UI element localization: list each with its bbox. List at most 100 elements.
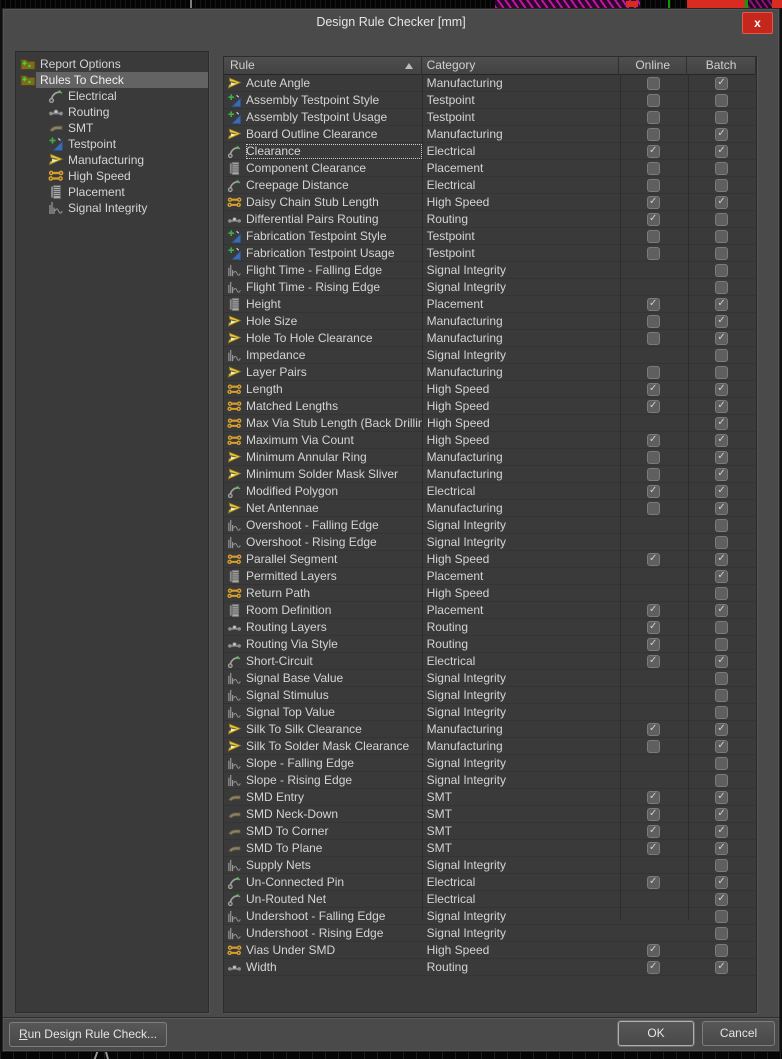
online-checkbox[interactable] <box>647 111 660 124</box>
batch-checkbox[interactable] <box>715 349 728 362</box>
batch-checkbox[interactable] <box>715 434 728 447</box>
batch-checkbox[interactable] <box>715 859 728 872</box>
rule-cell[interactable]: Undershoot - Falling Edge <box>224 908 422 925</box>
batch-checkbox[interactable] <box>715 77 728 90</box>
table-row[interactable]: Layer PairsManufacturing <box>224 364 756 381</box>
rule-cell[interactable]: SMD Entry <box>224 789 422 806</box>
rule-cell[interactable]: Overshoot - Falling Edge <box>224 517 422 534</box>
table-row[interactable]: Matched LengthsHigh Speed <box>224 398 756 415</box>
rule-cell[interactable]: Permitted Layers <box>224 568 422 585</box>
batch-checkbox[interactable] <box>715 876 728 889</box>
table-row[interactable]: Assembly Testpoint StyleTestpoint <box>224 92 756 109</box>
table-row[interactable]: WidthRouting <box>224 959 756 976</box>
batch-checkbox[interactable] <box>715 451 728 464</box>
rule-cell[interactable]: Assembly Testpoint Style <box>224 92 422 109</box>
sidebar-item-signal-integrity[interactable]: Signal Integrity <box>16 200 208 216</box>
batch-checkbox[interactable] <box>715 757 728 770</box>
online-checkbox[interactable] <box>647 791 660 804</box>
table-row[interactable]: Hole SizeManufacturing <box>224 313 756 330</box>
rule-cell[interactable]: Daisy Chain Stub Length <box>224 194 422 211</box>
rule-cell[interactable]: Return Path <box>224 585 422 602</box>
table-row[interactable]: Parallel SegmentHigh Speed <box>224 551 756 568</box>
online-checkbox[interactable] <box>647 808 660 821</box>
table-row[interactable]: Minimum Annular RingManufacturing <box>224 449 756 466</box>
table-row[interactable]: Signal Base ValueSignal Integrity <box>224 670 756 687</box>
column-header-category[interactable]: Category <box>422 57 620 75</box>
sidebar-item-smt[interactable]: SMT <box>16 120 208 136</box>
sidebar-item-routing[interactable]: Routing <box>16 104 208 120</box>
close-button[interactable]: x <box>742 12 773 34</box>
table-row[interactable]: Max Via Stub Length (Back Drilling)High … <box>224 415 756 432</box>
table-row[interactable]: Hole To Hole ClearanceManufacturing <box>224 330 756 347</box>
batch-checkbox[interactable] <box>715 910 728 923</box>
table-row[interactable]: Acute AngleManufacturing <box>224 75 756 92</box>
online-checkbox[interactable] <box>647 876 660 889</box>
table-row[interactable]: ClearanceElectrical <box>224 143 756 160</box>
table-row[interactable]: Supply NetsSignal Integrity <box>224 857 756 874</box>
rule-cell[interactable]: Room Definition <box>224 602 422 619</box>
rule-cell[interactable]: Minimum Solder Mask Sliver <box>224 466 422 483</box>
rule-cell[interactable]: Modified Polygon <box>224 483 422 500</box>
rule-cell[interactable]: Signal Stimulus <box>224 687 422 704</box>
rule-cell[interactable]: Height <box>224 296 422 313</box>
online-checkbox[interactable] <box>647 638 660 651</box>
sidebar-item-report-options[interactable]: Report Options <box>16 56 208 72</box>
rule-cell[interactable]: Assembly Testpoint Usage <box>224 109 422 126</box>
table-row[interactable]: Routing LayersRouting <box>224 619 756 636</box>
batch-checkbox[interactable] <box>715 519 728 532</box>
dialog-titlebar[interactable]: Design Rule Checker [mm] x <box>3 9 779 35</box>
table-row[interactable]: Overshoot - Falling EdgeSignal Integrity <box>224 517 756 534</box>
table-row[interactable]: Modified PolygonElectrical <box>224 483 756 500</box>
table-row[interactable]: Vias Under SMDHigh Speed <box>224 942 756 959</box>
table-row[interactable]: Creepage DistanceElectrical <box>224 177 756 194</box>
table-row[interactable]: Minimum Solder Mask SliverManufacturing <box>224 466 756 483</box>
table-row[interactable]: Flight Time - Rising EdgeSignal Integrit… <box>224 279 756 296</box>
table-row[interactable]: Un-Routed NetElectrical <box>224 891 756 908</box>
batch-checkbox[interactable] <box>715 366 728 379</box>
column-header-rule[interactable]: Rule <box>224 57 422 75</box>
table-row[interactable]: LengthHigh Speed <box>224 381 756 398</box>
table-row[interactable]: Return PathHigh Speed <box>224 585 756 602</box>
rule-cell[interactable]: Impedance <box>224 347 422 364</box>
rule-cell[interactable]: Layer Pairs <box>224 364 422 381</box>
rule-cell[interactable]: Un-Routed Net <box>224 891 422 908</box>
table-row[interactable]: Board Outline ClearanceManufacturing <box>224 126 756 143</box>
table-row[interactable]: Silk To Silk ClearanceManufacturing <box>224 721 756 738</box>
online-checkbox[interactable] <box>647 298 660 311</box>
batch-checkbox[interactable] <box>715 502 728 515</box>
batch-checkbox[interactable] <box>715 179 728 192</box>
table-row[interactable]: Signal StimulusSignal Integrity <box>224 687 756 704</box>
column-header-online[interactable]: Online <box>619 57 687 75</box>
rule-cell[interactable]: Acute Angle <box>224 75 422 92</box>
column-header-batch[interactable]: Batch <box>687 57 756 75</box>
rule-cell[interactable]: Differential Pairs Routing <box>224 211 422 228</box>
batch-checkbox[interactable] <box>715 587 728 600</box>
batch-checkbox[interactable] <box>715 621 728 634</box>
online-checkbox[interactable] <box>647 825 660 838</box>
table-row[interactable]: Net AntennaeManufacturing <box>224 500 756 517</box>
table-row[interactable]: Daisy Chain Stub LengthHigh Speed <box>224 194 756 211</box>
rule-cell[interactable]: Hole Size <box>224 313 422 330</box>
rule-cell[interactable]: Parallel Segment <box>224 551 422 568</box>
batch-checkbox[interactable] <box>715 927 728 940</box>
rule-cell[interactable]: Hole To Hole Clearance <box>224 330 422 347</box>
batch-checkbox[interactable] <box>715 417 728 430</box>
rule-cell[interactable]: Vias Under SMD <box>224 942 422 959</box>
batch-checkbox[interactable] <box>715 281 728 294</box>
batch-checkbox[interactable] <box>715 961 728 974</box>
rule-cell[interactable]: Short-Circuit <box>224 653 422 670</box>
sidebar-item-manufacturing[interactable]: Manufacturing <box>16 152 208 168</box>
rule-cell[interactable]: Net Antennae <box>224 500 422 517</box>
online-checkbox[interactable] <box>647 502 660 515</box>
batch-checkbox[interactable] <box>715 672 728 685</box>
online-checkbox[interactable] <box>647 77 660 90</box>
rule-cell[interactable]: Silk To Silk Clearance <box>224 721 422 738</box>
table-row[interactable]: Undershoot - Falling EdgeSignal Integrit… <box>224 908 756 925</box>
table-row[interactable]: Undershoot - Rising EdgeSignal Integrity <box>224 925 756 942</box>
batch-checkbox[interactable] <box>715 468 728 481</box>
table-row[interactable]: Fabrication Testpoint StyleTestpoint <box>224 228 756 245</box>
batch-checkbox[interactable] <box>715 315 728 328</box>
online-checkbox[interactable] <box>647 485 660 498</box>
online-checkbox[interactable] <box>647 451 660 464</box>
batch-checkbox[interactable] <box>715 638 728 651</box>
